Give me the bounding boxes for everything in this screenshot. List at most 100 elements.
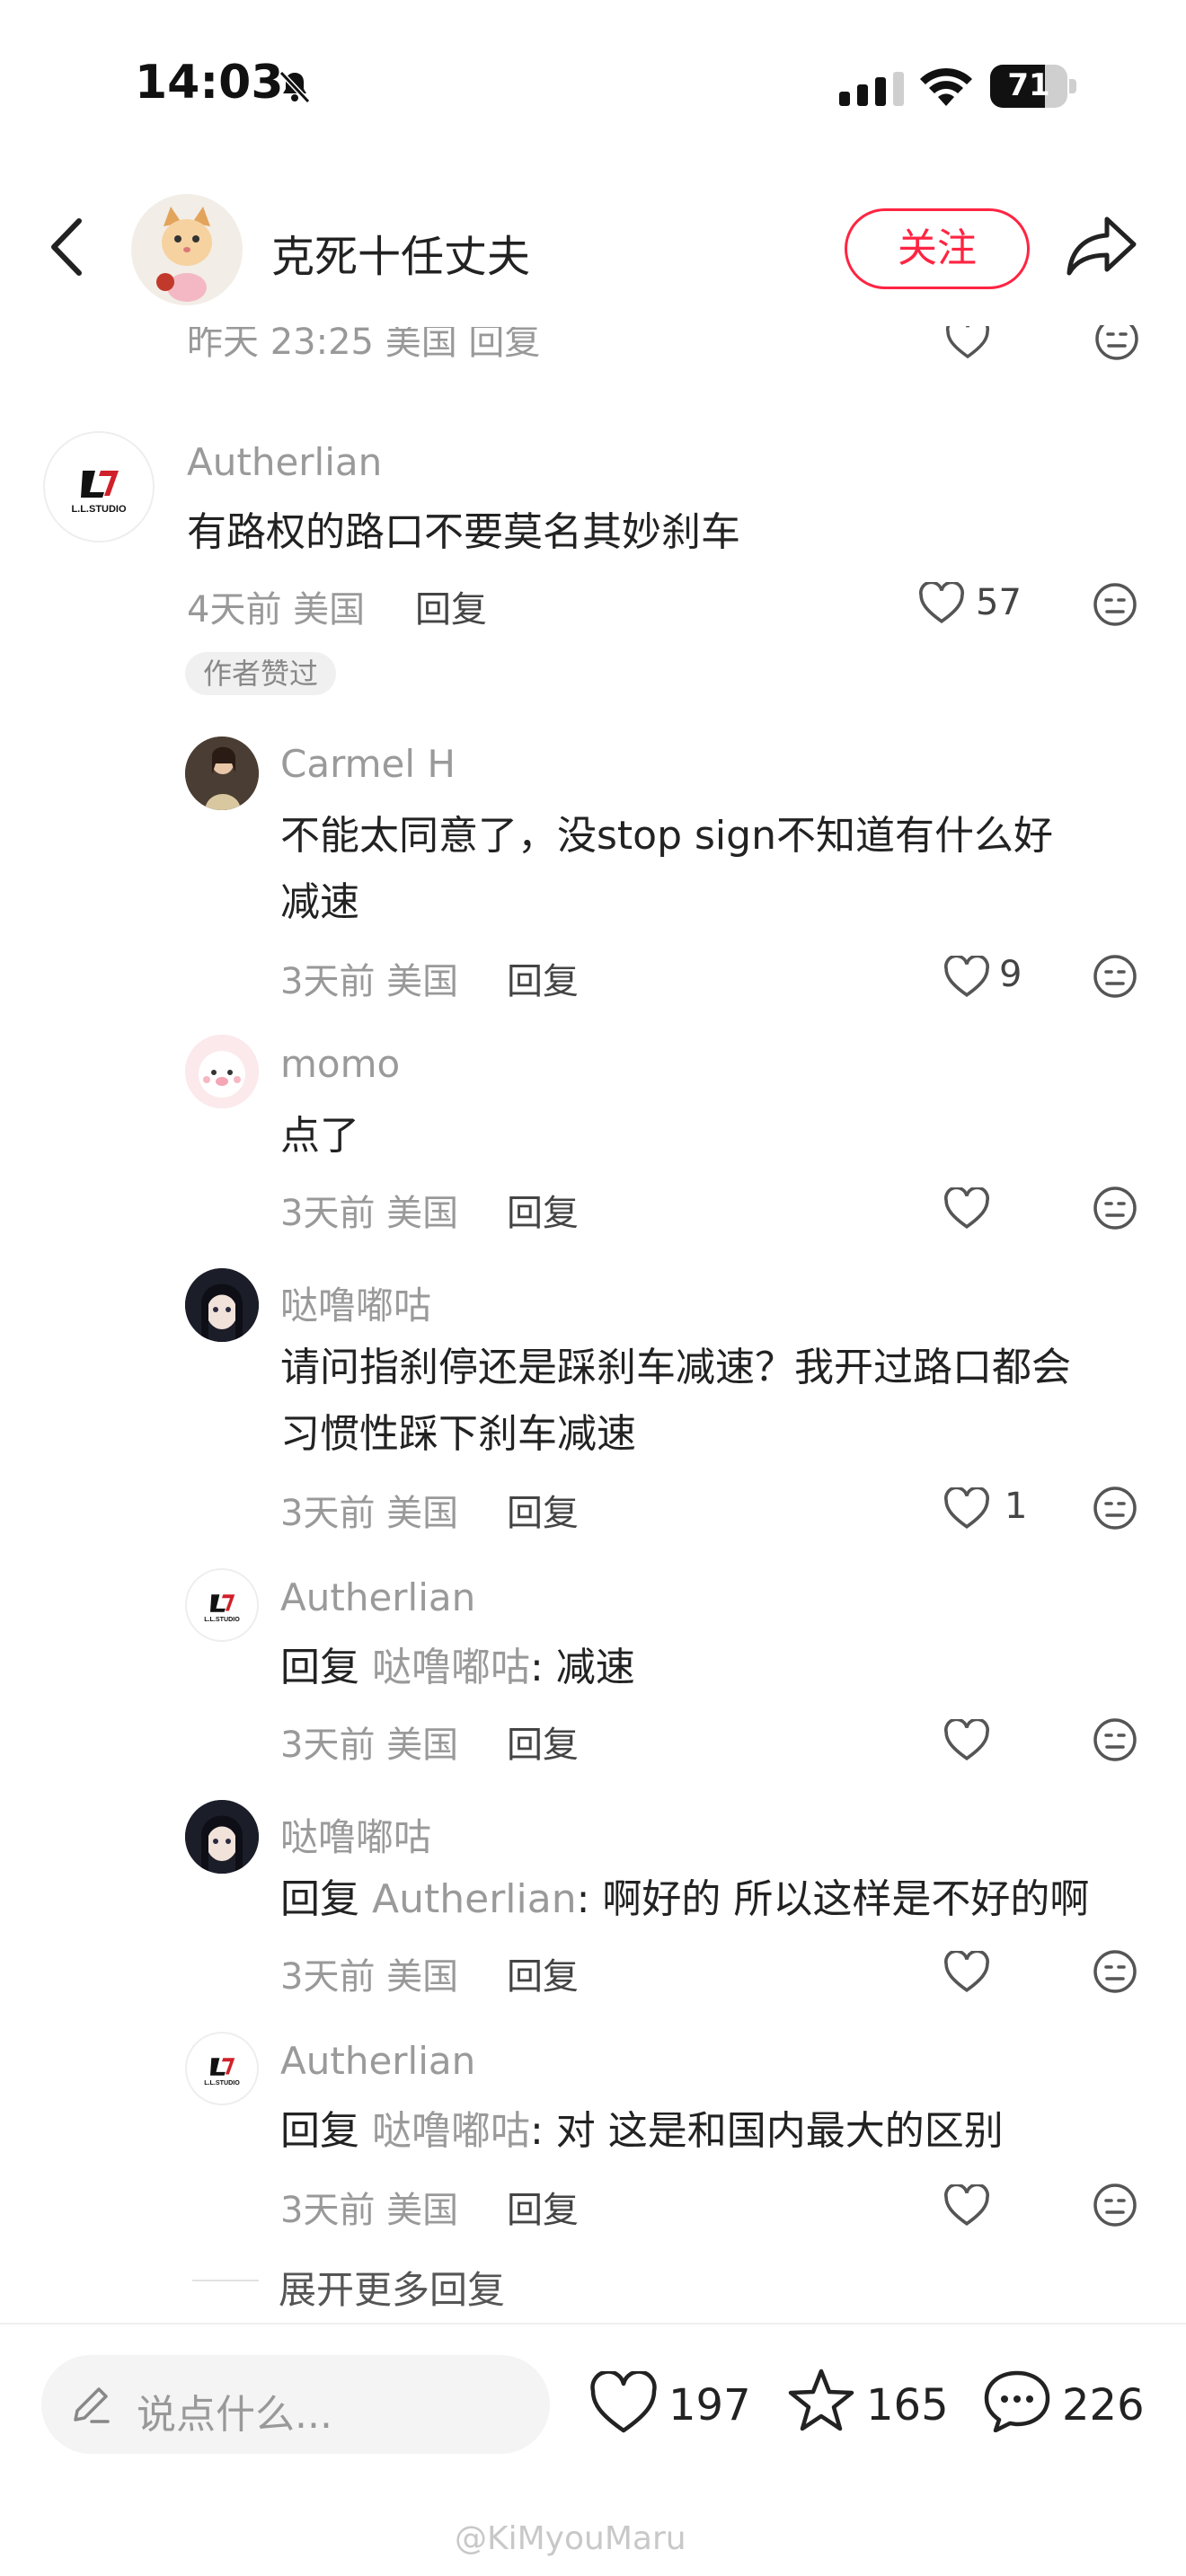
studio-avatar[interactable]: L.L.STUDIO	[185, 1568, 259, 1642]
status-time: 14:03	[135, 56, 284, 110]
comment-bubble-icon[interactable]	[983, 2368, 1051, 2432]
comment-username[interactable]: Autherlian	[187, 440, 382, 484]
silent-bell-icon	[279, 70, 311, 104]
heart-icon[interactable]	[943, 1187, 990, 1231]
share-icon[interactable]	[1064, 212, 1139, 280]
reply-text: 回复 Autherlian: 啊好的 所以这样是不好的啊	[280, 1866, 1089, 1933]
svg-text:L.L.STUDIO: L.L.STUDIO	[204, 1616, 240, 1623]
reply-target-user[interactable]: 哒噜嘟咕	[372, 1645, 530, 1690]
like-total: 197	[668, 2380, 751, 2430]
author-avatar[interactable]	[131, 194, 243, 305]
person-photo-icon	[185, 737, 259, 810]
emoji-react-icon[interactable]	[1093, 1717, 1137, 1762]
heart-icon[interactable]	[943, 1487, 990, 1531]
reply-username[interactable]: momo	[280, 1042, 400, 1086]
collect-total: 165	[866, 2380, 949, 2430]
battery-percent: 71	[1007, 67, 1050, 103]
reply-button[interactable]: 回复	[507, 1716, 579, 1768]
reply-meta: 3天前 美国	[280, 2190, 459, 2231]
reply-target-user[interactable]: 哒噜嘟咕	[372, 2108, 530, 2154]
author-liked-badge: 作者赞过	[185, 652, 337, 695]
cellular-signal-icon	[839, 72, 904, 106]
reply-username[interactable]: 哒噜嘟咕	[280, 1807, 431, 1862]
svg-text:L.L.STUDIO: L.L.STUDIO	[204, 2079, 240, 2086]
reply-button[interactable]: 回复	[415, 580, 487, 632]
heart-icon[interactable]	[918, 582, 965, 625]
comment-meta: 4天前 美国	[187, 589, 366, 631]
reply-avatar[interactable]	[185, 737, 259, 810]
watermark: @KiMyouMaru	[455, 2520, 686, 2557]
reply-meta: 3天前 美国	[280, 961, 459, 1002]
reply-prefix: 回复	[280, 1876, 359, 1922]
comment-input[interactable]: 说点什么...	[41, 2355, 550, 2454]
reply-button[interactable]: 回复	[507, 2181, 579, 2233]
comment-text: 有路权的路口不要莫名其妙刹车	[187, 509, 740, 555]
reply-text-line1: 点了	[280, 1113, 359, 1159]
reply-avatar[interactable]	[185, 1268, 259, 1342]
star-collect-icon[interactable]	[787, 2368, 855, 2432]
battery-indicator: 71	[990, 65, 1076, 108]
reply-body: : 对 这是和国内最大的区别	[530, 2108, 1004, 2154]
emoji-react-icon[interactable]	[1093, 582, 1137, 627]
reply-username[interactable]: Carmel H	[280, 742, 456, 786]
like-count: 1	[1005, 1486, 1028, 1527]
bottom-divider	[0, 2323, 1186, 2325]
reply-meta: 3天前 美国	[280, 1493, 459, 1534]
reply-text-line2: 减速	[280, 879, 359, 925]
emoji-react-icon[interactable]	[1093, 954, 1137, 999]
reply-username[interactable]: Autherlian	[280, 1575, 475, 1619]
anime-girl-avatar-icon	[185, 1268, 259, 1342]
svg-text:L.L.STUDIO: L.L.STUDIO	[71, 504, 127, 515]
previous-comment-meta: 昨天 23:25 美国 回复	[187, 322, 541, 363]
studio-avatar[interactable]: L.L.STUDIO	[185, 2032, 259, 2105]
pig-avatar-icon	[185, 1035, 259, 1108]
reply-body: : 啊好的 所以这样是不好的啊	[576, 1876, 1090, 1922]
reply-meta: 3天前 美国	[280, 1193, 459, 1234]
follow-button[interactable]: 关注	[845, 208, 1030, 289]
reply-text: 回复 哒噜嘟咕: 减速	[280, 1635, 635, 1701]
expand-more-replies-button[interactable]: 展开更多回复	[279, 2260, 505, 2315]
reply-text: 回复 哒噜嘟咕: 对 这是和国内最大的区别	[280, 2098, 1004, 2165]
reply-button[interactable]: 回复	[507, 1947, 579, 1999]
reply-prefix: 回复	[280, 1645, 359, 1690]
reply-text-line1: 请问指刹停还是踩刹车减速？我开过路口都会	[280, 1345, 1071, 1390]
emoji-react-icon[interactable]	[1093, 1486, 1137, 1531]
anime-girl-avatar-icon	[185, 1800, 259, 1874]
comment-total: 226	[1062, 2380, 1145, 2430]
studio-logo-icon: L.L.STUDIO	[71, 471, 127, 515]
reply-avatar[interactable]	[185, 1035, 259, 1108]
wifi-icon	[920, 67, 972, 106]
like-count: 9	[999, 954, 1022, 995]
reply-text-line2: 习惯性踩下刹车减速	[280, 1411, 636, 1457]
reply-avatar[interactable]	[185, 1800, 259, 1874]
back-chevron-icon[interactable]	[47, 216, 86, 278]
like-count: 57	[976, 582, 1022, 623]
reply-text-line1: 不能太同意了，没stop sign不知道有什么好	[280, 813, 1053, 859]
heart-icon[interactable]	[943, 956, 990, 999]
emoji-react-icon[interactable]	[1093, 2183, 1137, 2228]
reply-button[interactable]: 回复	[507, 1484, 579, 1536]
reply-button[interactable]: 回复	[507, 952, 579, 1004]
heart-icon[interactable]	[945, 319, 990, 360]
reply-meta: 3天前 美国	[280, 1725, 459, 1766]
heart-icon[interactable]	[943, 1951, 990, 1994]
studio-avatar[interactable]: L.L.STUDIO	[43, 431, 155, 543]
expand-divider	[192, 2280, 259, 2281]
heart-icon[interactable]	[943, 2184, 990, 2228]
author-name[interactable]: 克死十任丈夫	[271, 221, 530, 284]
emoji-react-icon[interactable]	[1093, 1186, 1137, 1231]
studio-logo-icon: L.L.STUDIO	[204, 2058, 240, 2086]
reply-username[interactable]: 哒噜嘟咕	[280, 1275, 431, 1330]
reply-prefix: 回复	[280, 2108, 359, 2154]
reply-username[interactable]: Autherlian	[280, 2039, 475, 2083]
emoji-react-icon[interactable]	[1094, 316, 1139, 361]
reply-body: : 减速	[530, 1645, 635, 1690]
reply-target-user[interactable]: Autherlian	[372, 1876, 577, 1922]
studio-logo-icon: L.L.STUDIO	[204, 1594, 240, 1623]
emoji-react-icon[interactable]	[1093, 1949, 1137, 1994]
heart-icon[interactable]	[943, 1719, 990, 1762]
reply-button[interactable]: 回复	[507, 1184, 579, 1236]
reply-meta: 3天前 美国	[280, 1956, 459, 1998]
pencil-icon	[74, 2387, 110, 2423]
like-heart-icon[interactable]	[589, 2371, 658, 2436]
